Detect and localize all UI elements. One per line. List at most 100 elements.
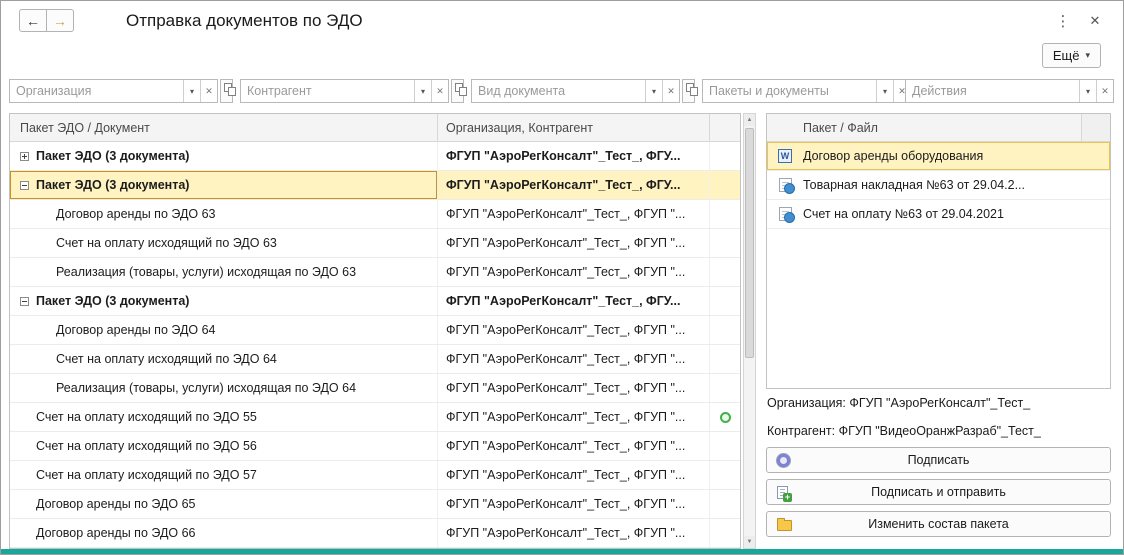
filter-combo[interactable]: ▾✕ — [9, 79, 218, 103]
column-header-organization[interactable]: Организация, Контрагент — [438, 114, 710, 141]
status-cell — [710, 345, 740, 373]
filter-input[interactable] — [472, 80, 645, 102]
filter-combo[interactable]: ▾✕ — [471, 79, 680, 103]
table-row[interactable]: Реализация (товары, услуги) исходящая по… — [10, 258, 740, 287]
table-row[interactable]: Пакет ЭДО (3 документа) ФГУП "АэроРегКонс… — [10, 171, 740, 200]
organization-cell: ФГУП "АэроРегКонсалт"_Тест_, ФГУП "... — [438, 316, 710, 344]
clear-icon[interactable]: ✕ — [662, 80, 679, 102]
document-title: Договор аренды по ЭДО 64 — [56, 323, 216, 337]
file-title: Договор аренды оборудования — [803, 149, 984, 163]
status-cell — [710, 258, 740, 286]
column-header-package-document[interactable]: Пакет ЭДО / Документ — [10, 114, 438, 141]
status-cell — [710, 490, 740, 518]
collapse-icon[interactable] — [20, 296, 29, 306]
list-select-icon[interactable] — [451, 79, 467, 103]
nav-buttons: ← → — [19, 9, 74, 32]
close-icon[interactable]: ✕ — [1087, 13, 1103, 29]
collapse-icon[interactable] — [20, 180, 29, 190]
document-title: Договор аренды по ЭДО 65 — [36, 497, 196, 511]
table-row[interactable]: Пакет ЭДО (3 документа) ФГУП "АэроРегКонс… — [10, 142, 740, 171]
filter-group: ▾✕ — [240, 79, 467, 103]
table-row[interactable]: Пакет ЭДО (3 документа) ФГУП "АэроРегКонс… — [10, 287, 740, 316]
file-row[interactable]: Товарная накладная №63 от 29.04.2... — [767, 171, 1110, 200]
filter-combo[interactable]: ▾✕ — [905, 79, 1114, 103]
table-row[interactable]: Счет на оплату исходящий по ЭДО 55 ФГУП "… — [10, 403, 740, 432]
file-row[interactable]: W Договор аренды оборудования — [767, 142, 1110, 171]
header-spacer — [1081, 114, 1110, 141]
filter-input[interactable] — [241, 80, 414, 102]
signature-icon — [777, 453, 790, 467]
table-row[interactable]: Договор аренды по ЭДО 66 ФГУП "АэроРегКон… — [10, 519, 740, 548]
document-title: Счет на оплату исходящий по ЭДО 57 — [36, 468, 257, 482]
button-label: Подписать — [907, 453, 970, 467]
organization-cell: ФГУП "АэроРегКонсалт"_Тест_, ФГУП "... — [438, 432, 710, 460]
filter-combo[interactable]: ▾✕ — [702, 79, 911, 103]
column-header-package-file[interactable]: Пакет / Файл — [767, 114, 1081, 141]
organization-cell: ФГУП "АэроРегКонсалт"_Тест_, ФГУП "... — [438, 490, 710, 518]
organization-cell: ФГУП "АэроРегКонсалт"_Тест_, ФГУП "... — [438, 200, 710, 228]
button-label: Изменить состав пакета — [868, 517, 1009, 531]
filter-group: ▾✕ — [905, 79, 1114, 103]
clear-icon[interactable]: ✕ — [1096, 80, 1113, 102]
table-header: Пакет ЭДО / Документ Организация, Контра… — [10, 114, 740, 142]
chevron-down-icon[interactable]: ▾ — [183, 80, 200, 102]
filter-group: ▾✕ — [9, 79, 236, 103]
file-row[interactable]: Счет на оплату №63 от 29.04.2021 — [767, 200, 1110, 229]
clear-icon[interactable]: ✕ — [200, 80, 217, 102]
scrollbar-thumb[interactable] — [745, 128, 754, 358]
chevron-down-icon[interactable]: ▾ — [645, 80, 662, 102]
edo-packages-table: Пакет ЭДО / Документ Организация, Контра… — [9, 113, 741, 549]
table-row[interactable]: Договор аренды по ЭДО 65 ФГУП "АэроРегКон… — [10, 490, 740, 519]
scroll-up-icon[interactable]: ▲ — [744, 114, 755, 126]
clear-icon[interactable]: ✕ — [431, 80, 448, 102]
edo-document-icon — [778, 207, 795, 223]
table-row[interactable]: Счет на оплату исходящий по ЭДО 64 ФГУП "… — [10, 345, 740, 374]
scroll-down-icon[interactable]: ▼ — [744, 536, 755, 548]
more-button[interactable]: Ещё ▾ — [1041, 43, 1101, 68]
sign-send-icon — [777, 485, 792, 502]
right-table-header: Пакет / Файл — [767, 114, 1110, 142]
table-row[interactable]: Счет на оплату исходящий по ЭДО 56 ФГУП "… — [10, 432, 740, 461]
filter-group: ▾✕ — [702, 79, 911, 103]
app-window: ← → Отправка документов по ЭДО ⋮ ✕ Ещё ▾… — [0, 0, 1124, 555]
filter-input[interactable] — [906, 80, 1079, 102]
table-row[interactable]: Счет на оплату исходящий по ЭДО 63 ФГУП "… — [10, 229, 740, 258]
forward-arrow-icon: → — [53, 12, 67, 29]
page-title: Отправка документов по ЭДО — [126, 11, 363, 30]
back-button[interactable]: ← — [19, 9, 47, 32]
status-cell — [710, 432, 740, 460]
organization-cell: ФГУП "АэроРегКонсалт"_Тест_, ФГУП "... — [438, 374, 710, 402]
forward-button[interactable]: → — [46, 9, 74, 32]
vertical-scrollbar[interactable]: ▲ ▼ — [743, 113, 756, 549]
table-row[interactable]: Договор аренды по ЭДО 63 ФГУП "АэроРегКон… — [10, 200, 740, 229]
status-cell — [710, 519, 740, 547]
document-title: Реализация (товары, услуги) исходящая по… — [56, 265, 357, 279]
filter-bar: ▾✕▾✕▾✕▾✕▾✕ — [9, 79, 1114, 103]
document-title: Договор аренды по ЭДО 63 — [56, 207, 216, 221]
document-title: Пакет ЭДО (3 документа) — [36, 149, 190, 163]
organization-cell: ФГУП "АэроРегКонсалт"_Тест_, ФГУП "... — [438, 403, 710, 431]
sign-button[interactable]: Подписать — [766, 447, 1111, 473]
list-select-icon[interactable] — [682, 79, 698, 103]
chevron-down-icon[interactable]: ▾ — [414, 80, 431, 102]
edit-package-button[interactable]: Изменить состав пакета — [766, 511, 1111, 537]
chevron-down-icon[interactable]: ▾ — [1079, 80, 1096, 102]
counterparty-detail: Контрагент: ФГУП "ВидеоОранжРазраб"_Тест… — [767, 424, 1041, 438]
filter-input[interactable] — [10, 80, 183, 102]
table-row[interactable]: Счет на оплату исходящий по ЭДО 57 ФГУП "… — [10, 461, 740, 490]
filter-combo[interactable]: ▾✕ — [240, 79, 449, 103]
document-title: Реализация (товары, услуги) исходящая по… — [56, 381, 357, 395]
sign-and-send-button[interactable]: Подписать и отправить — [766, 479, 1111, 505]
table-row[interactable]: Реализация (товары, услуги) исходящая по… — [10, 374, 740, 403]
window-menu-icon[interactable]: ⋮ — [1055, 12, 1071, 30]
expand-icon[interactable] — [20, 151, 29, 161]
status-cell — [710, 142, 740, 170]
back-arrow-icon: ← — [26, 12, 40, 29]
filter-input[interactable] — [703, 80, 876, 102]
list-select-icon[interactable] — [220, 79, 236, 103]
table-row[interactable]: Договор аренды по ЭДО 64 ФГУП "АэроРегКон… — [10, 316, 740, 345]
edo-table-body: Пакет ЭДО (3 документа) ФГУП "АэроРегКонс… — [10, 142, 740, 548]
document-title: Договор аренды по ЭДО 66 — [36, 526, 196, 540]
document-title: Счет на оплату исходящий по ЭДО 64 — [56, 352, 277, 366]
chevron-down-icon[interactable]: ▾ — [876, 80, 893, 102]
